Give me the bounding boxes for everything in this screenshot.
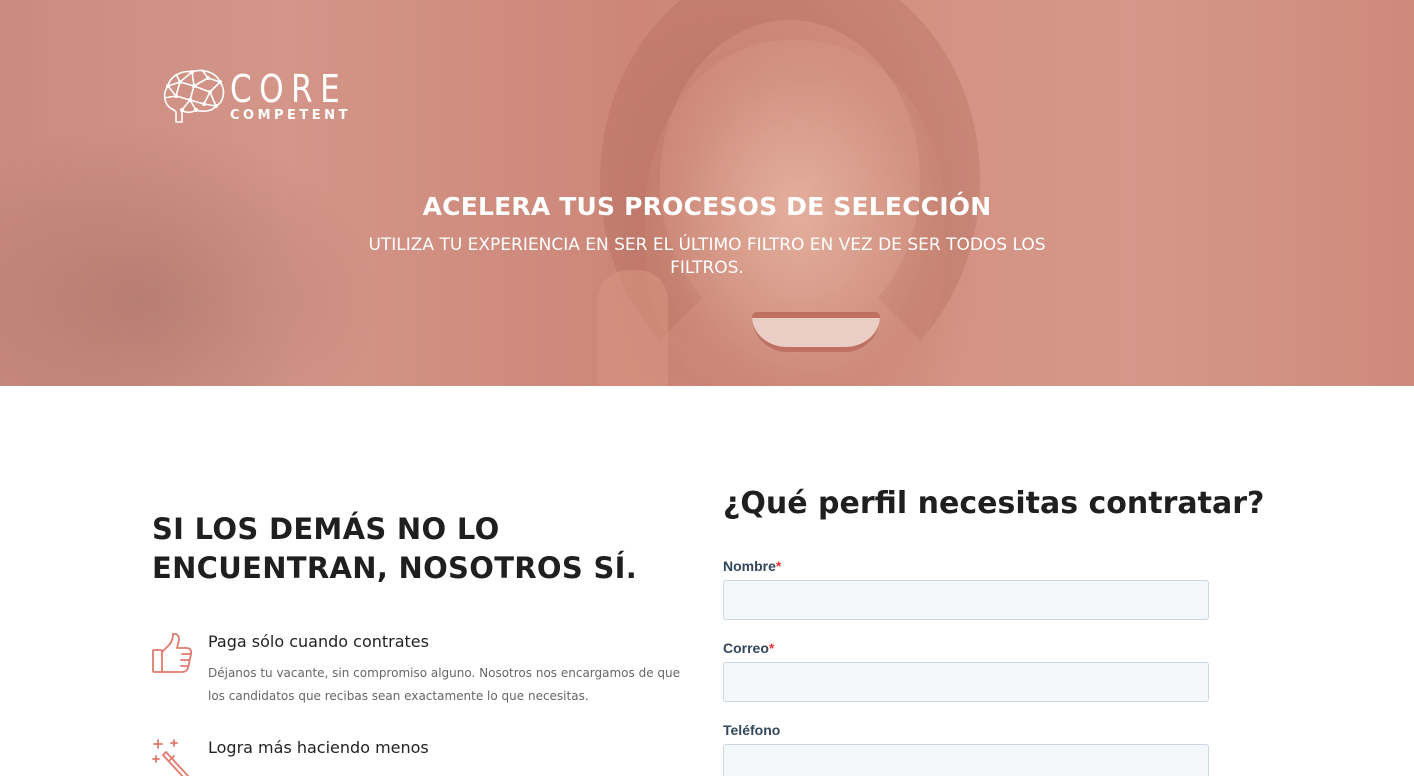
benefits-title: SI LOS DEMÁS NO LO ENCUENTRAN, NOSOTROS …: [152, 512, 638, 585]
hero-banner: CORE COMPETENT ACELERA TUS PROCESOS DE S…: [0, 0, 1414, 386]
name-field-label: Nombre*: [723, 558, 781, 574]
email-label-text: Correo: [723, 640, 769, 656]
phone-field-label: Teléfono: [723, 722, 780, 738]
email-input[interactable]: [723, 662, 1209, 702]
brand-name-core: CORE: [230, 67, 348, 111]
form-title: ¿Qué perfil necesitas contratar?: [723, 486, 1265, 521]
benefit-title: Paga sólo cuando contrates: [208, 632, 429, 651]
phone-label-text: Teléfono: [723, 722, 781, 738]
name-label-text: Nombre: [723, 558, 776, 574]
brand-logo[interactable]: CORE COMPETENT: [160, 66, 373, 126]
thumbs-up-icon: [152, 632, 192, 673]
phone-input[interactable]: [723, 744, 1209, 776]
benefit-title: Logra más haciendo menos: [208, 738, 429, 757]
required-mark: *: [775, 558, 782, 574]
brand-wordmark: CORE COMPETENT: [230, 70, 373, 122]
benefit-description: Déjanos tu vacante, sin compromiso algun…: [208, 666, 681, 703]
hero-title: ACELERA TUS PROCESOS DE SELECCIÓN: [422, 192, 992, 221]
hero-subtitle: UTILIZA TU EXPERIENCIA EN SER EL ÚLTIMO …: [368, 235, 1046, 278]
brain-network-icon: [163, 69, 225, 123]
magic-wand-icon: [152, 739, 189, 776]
email-field-label: Correo*: [723, 640, 774, 656]
name-input[interactable]: [723, 580, 1209, 620]
required-mark: *: [768, 640, 775, 656]
